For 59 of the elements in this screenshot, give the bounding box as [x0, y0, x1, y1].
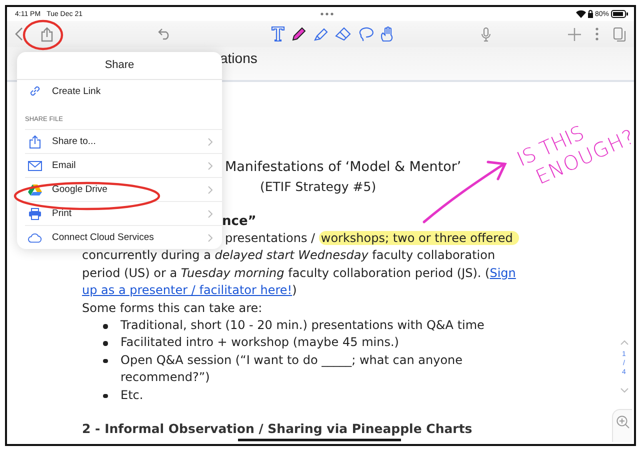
- body-text: Some forms this can take are:: [82, 300, 264, 317]
- more-icon[interactable]: [595, 27, 599, 41]
- zoom-in-icon[interactable]: [616, 415, 630, 429]
- lock-icon: [588, 10, 593, 18]
- battery-icon: [611, 10, 628, 18]
- plus-icon[interactable]: [568, 28, 581, 40]
- section-heading: 2 - Informal Observation / Sharing via Pineapple Charts: [82, 422, 472, 436]
- body-text: ): [292, 283, 297, 298]
- email-icon: [28, 160, 42, 170]
- menu-item[interactable]: Connect Cloud Services: [25, 225, 222, 249]
- printer-icon: [28, 208, 42, 220]
- chevron-right-icon: [208, 234, 213, 242]
- chevron-right-icon: [208, 162, 213, 170]
- undo-icon[interactable]: [158, 28, 171, 40]
- highlighter-icon[interactable]: [313, 26, 329, 42]
- section-title: nce”: [222, 213, 258, 230]
- list-item: Open Q&A session (“I want to do _____; what can anyone recommend?”): [120, 352, 464, 386]
- link-icon: [28, 85, 42, 97]
- drive-icon: [28, 184, 42, 196]
- menu-title: Share: [17, 52, 222, 80]
- link[interactable]: up as a presenter / facilitator here!: [82, 283, 292, 298]
- menu-item[interactable]: Print: [25, 201, 222, 225]
- share-icon[interactable]: [41, 26, 53, 42]
- menu-item[interactable]: Share to...: [25, 129, 222, 153]
- microphone-icon[interactable]: [481, 26, 491, 42]
- list-item: Facilitated intro + workshop (maybe 45 mins.): [120, 334, 399, 352]
- list-item: Traditional, short (10 - 20 min.) presentations with Q&A time: [120, 317, 484, 334]
- bullet-icon: [103, 358, 108, 364]
- chevron-up-icon[interactable]: [620, 340, 628, 345]
- wifi-icon: [576, 10, 586, 18]
- bullet-icon: [103, 341, 108, 346]
- bullet-icon: [103, 324, 108, 329]
- document-title: ations: [220, 50, 258, 66]
- circle-annotation: [22, 20, 64, 50]
- menu-item[interactable]: Google Drive: [25, 177, 222, 201]
- chevron-right-icon: [208, 210, 213, 218]
- highlighted-text: workshops; two or three offered: [318, 231, 519, 245]
- share-icon: [28, 134, 42, 148]
- multitasking-icon[interactable]: [320, 12, 334, 16]
- list-item: Etc.: [120, 386, 144, 404]
- pen-icon[interactable]: [291, 26, 307, 42]
- lasso-icon[interactable]: [358, 26, 374, 42]
- eraser-icon[interactable]: [335, 26, 352, 42]
- link[interactable]: Sign: [490, 266, 516, 280]
- back-icon[interactable]: [15, 27, 23, 41]
- hand-icon[interactable]: [380, 26, 395, 42]
- chevron-right-icon: [208, 186, 213, 194]
- document-subheading: (ETIF Strategy #5): [260, 178, 378, 196]
- body-text: period (US) or a Tuesday morning faculty collaboration period (JS). (: [82, 266, 490, 280]
- body-text: concurrently during a delayed start Wednesday faculty collaboration: [82, 248, 496, 262]
- bullet-icon: [103, 394, 108, 398]
- body-text: presentations /: [225, 231, 316, 245]
- menu-item[interactable]: Create Link: [25, 80, 222, 102]
- pages-icon[interactable]: [613, 26, 626, 42]
- chevron-down-icon[interactable]: [620, 388, 628, 393]
- chevron-right-icon: [208, 138, 213, 146]
- cloud-icon: [28, 232, 42, 242]
- menu-item[interactable]: Email: [25, 153, 222, 177]
- text-tool-icon[interactable]: [271, 26, 285, 42]
